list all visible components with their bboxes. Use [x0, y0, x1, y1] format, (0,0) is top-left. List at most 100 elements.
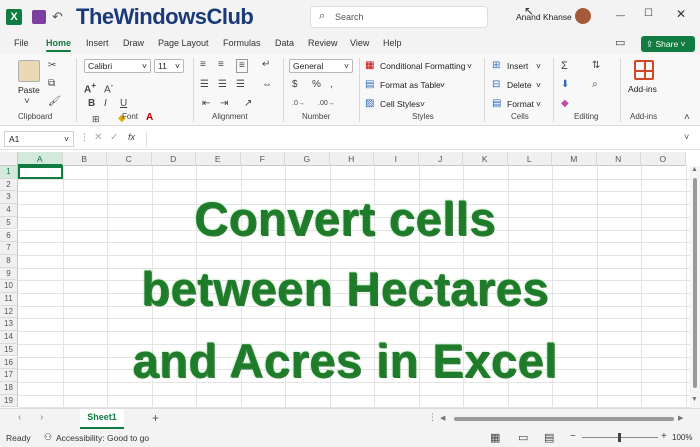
font-size-select[interactable]: 11 ˅: [154, 59, 184, 73]
delete-cells-button[interactable]: Delete: [507, 80, 532, 90]
column-header-d[interactable]: D: [151, 152, 196, 166]
align-top-icon[interactable]: ≡: [200, 59, 206, 71]
comma-icon[interactable]: ,: [330, 79, 333, 91]
cell-styles-icon[interactable]: ▨: [365, 98, 374, 110]
column-header-f[interactable]: F: [240, 152, 285, 166]
row-header-8[interactable]: 8: [0, 254, 18, 268]
tab-formulas[interactable]: Formulas: [223, 38, 261, 48]
row-header-2[interactable]: 2: [0, 178, 18, 192]
increase-decimal-icon[interactable]: .0→: [292, 98, 305, 110]
column-header-o[interactable]: O: [641, 152, 686, 166]
tab-draw[interactable]: Draw: [123, 38, 144, 48]
sheet-tab-sheet1[interactable]: Sheet1: [80, 409, 124, 429]
number-format-select[interactable]: General ˅: [289, 59, 353, 73]
tab-data[interactable]: Data: [275, 38, 294, 48]
format-as-table-icon[interactable]: ▤: [365, 79, 374, 91]
insert-function-icon[interactable]: fx: [128, 132, 135, 142]
zoom-slider-thumb[interactable]: [618, 433, 621, 442]
decrease-font-icon[interactable]: A-: [104, 79, 113, 96]
scroll-thumb-horizontal[interactable]: [454, 417, 674, 421]
avatar[interactable]: [575, 8, 591, 24]
row-header-18[interactable]: 18: [0, 381, 18, 395]
column-header-b[interactable]: B: [62, 152, 107, 166]
insert-cells-button[interactable]: Insert: [507, 61, 528, 71]
insert-cells-icon[interactable]: ⊞: [492, 60, 500, 72]
align-center-icon[interactable]: ☰: [218, 79, 227, 91]
undo-icon[interactable]: ↶: [52, 10, 66, 24]
format-cells-button[interactable]: Format: [507, 99, 534, 109]
font-name-select[interactable]: Calibri ˅: [84, 59, 151, 73]
clear-icon[interactable]: ◆: [561, 98, 569, 110]
minimize-button[interactable]: —: [616, 10, 625, 20]
next-sheet-icon[interactable]: ›: [40, 412, 43, 423]
zoom-in-icon[interactable]: +: [661, 431, 667, 442]
row-header-10[interactable]: 10: [0, 280, 18, 293]
orientation-icon[interactable]: ↗: [244, 98, 252, 110]
row-header-3[interactable]: 3: [0, 191, 18, 205]
name-box[interactable]: A1 ˅: [4, 131, 74, 147]
row-header-13[interactable]: 13: [0, 318, 18, 332]
bold-icon[interactable]: B: [88, 98, 95, 110]
wrap-text-icon[interactable]: ↵: [262, 59, 270, 71]
row-header-17[interactable]: 17: [0, 369, 18, 382]
user-name[interactable]: Anand Khanse: [516, 12, 572, 22]
find-select-icon[interactable]: ⌕: [592, 79, 598, 91]
chevron-down-icon[interactable]: ˅: [420, 99, 425, 109]
sort-filter-icon[interactable]: ⇅: [592, 60, 600, 72]
column-header-h[interactable]: H: [329, 152, 374, 166]
add-sheet-button[interactable]: +: [152, 411, 159, 425]
horizontal-scrollbar[interactable]: ◀ ▶: [440, 413, 688, 425]
fill-icon[interactable]: ⬇: [561, 79, 569, 91]
row-header-4[interactable]: 4: [0, 204, 18, 217]
chevron-down-icon[interactable]: ˅: [440, 80, 445, 90]
underline-icon[interactable]: U: [120, 98, 127, 110]
search-input[interactable]: Search: [335, 12, 364, 22]
collapse-ribbon-icon[interactable]: ˄: [684, 112, 690, 124]
paste-dropdown-icon[interactable]: ˅: [24, 96, 30, 108]
autosum-icon[interactable]: Σ: [561, 60, 568, 72]
accessibility-icon[interactable]: ⚇: [44, 432, 52, 443]
cut-icon[interactable]: ✂: [48, 60, 56, 72]
borders-icon[interactable]: ⊞: [92, 113, 100, 125]
scroll-down-icon[interactable]: ▼: [691, 396, 698, 403]
page-layout-view-icon[interactable]: ▭: [518, 431, 528, 444]
format-cells-icon[interactable]: ▤: [492, 98, 501, 110]
row-header-11[interactable]: 11: [0, 293, 18, 306]
row-header-7[interactable]: 7: [0, 242, 18, 255]
chevron-down-icon[interactable]: ˅: [536, 99, 541, 109]
column-header-e[interactable]: E: [196, 152, 241, 166]
formula-input[interactable]: [146, 131, 676, 147]
share-button[interactable]: ⇪ Share ˅: [641, 36, 695, 52]
row-header-1[interactable]: 1: [0, 166, 18, 179]
percent-icon[interactable]: %: [312, 79, 321, 91]
zoom-slider[interactable]: [582, 433, 658, 442]
column-header-g[interactable]: G: [285, 152, 330, 166]
cancel-icon[interactable]: ✕: [94, 132, 102, 143]
tab-file[interactable]: File: [14, 38, 29, 48]
font-color-icon[interactable]: A: [146, 112, 153, 124]
comment-icon[interactable]: ▭: [615, 36, 625, 49]
tab-review[interactable]: Review: [308, 38, 338, 48]
scroll-up-icon[interactable]: ▲: [691, 166, 698, 173]
align-left-icon[interactable]: ☰: [200, 79, 209, 91]
italic-icon[interactable]: I: [104, 98, 107, 110]
chevron-down-icon[interactable]: ˅: [536, 80, 541, 90]
paste-icon[interactable]: [18, 60, 40, 82]
currency-icon[interactable]: $: [292, 79, 298, 91]
addins-icon[interactable]: [634, 60, 654, 80]
tab-page-layout[interactable]: Page Layout: [158, 38, 209, 48]
expand-formula-icon[interactable]: ˅: [684, 132, 689, 142]
increase-font-icon[interactable]: A+: [84, 79, 96, 96]
row-header-16[interactable]: 16: [0, 356, 18, 370]
cell-styles-button[interactable]: Cell Styles: [380, 99, 420, 109]
active-cell[interactable]: [18, 166, 63, 179]
column-header-n[interactable]: N: [596, 152, 641, 166]
row-header-15[interactable]: 15: [0, 343, 18, 357]
row-header-5[interactable]: 5: [0, 216, 18, 230]
page-break-view-icon[interactable]: ▤: [544, 431, 554, 444]
normal-view-icon[interactable]: ▦: [490, 431, 500, 444]
column-header-k[interactable]: K: [463, 152, 508, 166]
row-header-19[interactable]: 19: [0, 394, 18, 408]
scroll-left-icon[interactable]: ◀: [440, 414, 445, 422]
tab-insert[interactable]: Insert: [86, 38, 109, 48]
